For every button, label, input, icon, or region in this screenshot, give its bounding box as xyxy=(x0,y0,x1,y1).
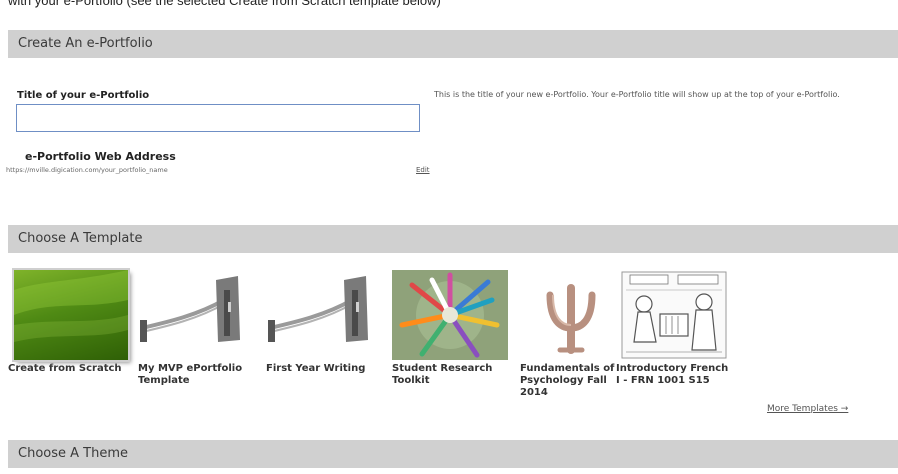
template-my-mvp[interactable]: My MVP ePortfolio Template xyxy=(138,270,256,387)
template-label: Introductory French I - FRN 1001 S15 xyxy=(616,363,729,386)
template-create-from-scratch[interactable]: Create from Scratch xyxy=(8,270,132,375)
green-gradient-thumbnail-icon xyxy=(14,270,128,360)
web-address-label: e-Portfolio Web Address xyxy=(25,150,176,163)
web-address-url: https://mville.digication.com/your_portf… xyxy=(6,166,168,174)
title-help-text: This is the title of your new e-Portfoli… xyxy=(434,90,840,99)
comic-sketch-thumbnail-icon xyxy=(616,270,732,360)
title-label: Title of your e-Portfolio xyxy=(17,90,150,101)
template-label: Student Research Toolkit xyxy=(392,363,493,386)
cropped-top-text-content: with your e-Portfolio (see the selected … xyxy=(8,0,441,8)
template-label: Create from Scratch xyxy=(8,363,122,374)
title-input[interactable] xyxy=(16,104,420,132)
colored-pencils-thumbnail-icon xyxy=(392,270,508,360)
more-templates-link[interactable]: More Templates → xyxy=(767,404,848,414)
section-header-theme: Choose A Theme xyxy=(8,440,898,468)
template-label: My MVP ePortfolio Template xyxy=(138,363,243,386)
cropped-top-text: with your e-Portfolio (see the selected … xyxy=(0,0,898,14)
template-introductory-french[interactable]: Introductory French I - FRN 1001 S15 xyxy=(616,270,734,387)
section-header-template: Choose A Template xyxy=(8,225,898,253)
template-first-year-writing[interactable]: First Year Writing xyxy=(266,270,384,375)
bridge-thumbnail-icon xyxy=(266,270,378,360)
template-label: First Year Writing xyxy=(266,363,366,374)
bridge-thumbnail-icon xyxy=(138,270,250,360)
psi-symbol-thumbnail-icon xyxy=(520,270,622,360)
template-student-research-toolkit[interactable]: Student Research Toolkit xyxy=(392,270,510,387)
section-header-create: Create An e-Portfolio xyxy=(8,30,898,58)
edit-address-link[interactable]: Edit xyxy=(416,166,430,174)
